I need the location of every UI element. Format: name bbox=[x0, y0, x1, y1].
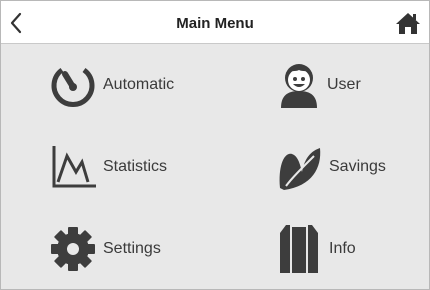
gear-icon bbox=[47, 223, 99, 275]
line-chart-icon bbox=[47, 141, 99, 193]
menu-item-automatic[interactable]: Automatic bbox=[47, 55, 174, 115]
menu-item-statistics[interactable]: Statistics bbox=[47, 137, 167, 197]
app-window: Main Menu Automatic User Statistics Savi… bbox=[0, 0, 430, 290]
menu-item-user[interactable]: User bbox=[273, 55, 361, 115]
menu-item-label: Statistics bbox=[103, 158, 168, 175]
menu-item-settings[interactable]: Settings bbox=[47, 219, 161, 279]
header-bar: Main Menu bbox=[1, 1, 429, 44]
menu-item-info[interactable]: Info bbox=[273, 219, 356, 279]
menu-item-label: User bbox=[327, 76, 361, 93]
info-icon bbox=[273, 223, 325, 275]
leaf-icon bbox=[273, 141, 325, 193]
user-icon bbox=[273, 59, 325, 111]
menu-item-label: Automatic bbox=[103, 76, 175, 93]
menu-item-savings[interactable]: Savings bbox=[273, 137, 386, 197]
home-button[interactable] bbox=[391, 8, 425, 38]
menu-item-label: Info bbox=[329, 240, 356, 257]
menu-item-label: Settings bbox=[103, 240, 161, 257]
home-icon bbox=[396, 13, 420, 34]
page-title: Main Menu bbox=[176, 15, 254, 32]
timer-icon bbox=[47, 59, 99, 111]
menu-item-label: Savings bbox=[329, 158, 386, 175]
